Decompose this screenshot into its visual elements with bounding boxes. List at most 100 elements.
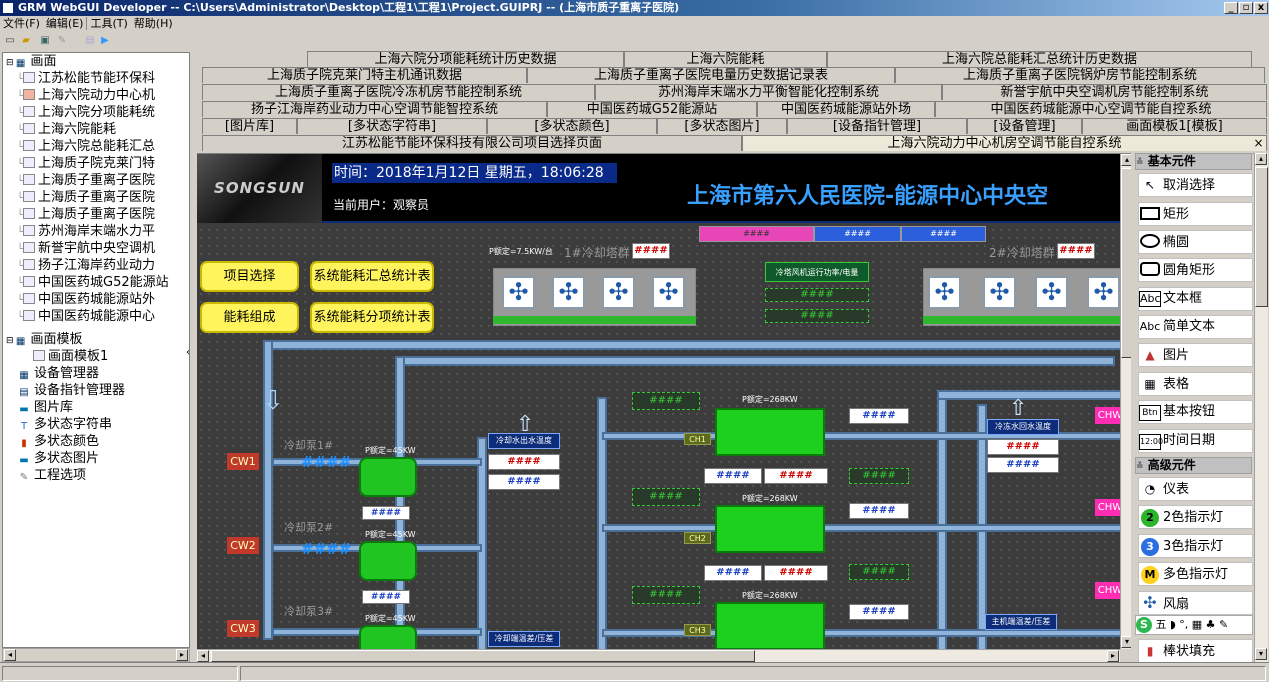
cw3-badge[interactable]: CW3 bbox=[227, 620, 259, 637]
chiller2-value-b[interactable]: #### bbox=[764, 565, 828, 581]
preview-icon[interactable]: ▤ bbox=[83, 34, 97, 47]
status-bar-1[interactable]: #### bbox=[699, 226, 814, 242]
tab-row6-0[interactable]: 江苏松能节能环保科技有限公司项目选择页面 bbox=[202, 135, 742, 151]
pump3-icon[interactable] bbox=[359, 625, 417, 649]
tab-row3-1[interactable]: 苏州海岸末端水力平衡智能化控制系统 bbox=[595, 84, 942, 100]
splitter-arrow-icon[interactable]: ‹ bbox=[186, 347, 189, 358]
tree-item-page[interactable]: └ 上海质子院克莱门特 bbox=[17, 155, 155, 172]
menu-edit[interactable]: 编辑(E) bbox=[43, 17, 87, 30]
tree-node-screens[interactable]: ⊟ ▦ 画面 bbox=[6, 53, 57, 70]
palette-table[interactable]: ▦ 表格 bbox=[1138, 372, 1253, 396]
project-select-button[interactable]: 项目选择 bbox=[200, 261, 299, 292]
tab-row4-3[interactable]: 中国医药城能源中心空调节能自控系统 bbox=[935, 101, 1267, 117]
canvas-hscroll-thumb[interactable] bbox=[211, 650, 755, 662]
chiller3-icon[interactable] bbox=[715, 602, 825, 649]
tree-item-device-manager[interactable]: ▦ 设备管理器 bbox=[17, 365, 99, 382]
tree-item-page[interactable]: └ 苏州海岸末端水力平 bbox=[17, 223, 155, 240]
fan-icon[interactable]: ✣ bbox=[502, 276, 535, 309]
new-file-icon[interactable]: ▭ bbox=[3, 34, 17, 47]
tab-row1-0[interactable]: 上海六院分项能耗统计历史数据 bbox=[307, 51, 624, 67]
palette-simple-text[interactable]: Abc 简单文本 bbox=[1138, 315, 1253, 339]
fan-power-value[interactable]: #### bbox=[765, 288, 869, 302]
cool-out-temp-value2[interactable]: #### bbox=[488, 474, 560, 490]
restore-button[interactable]: ▫ bbox=[1239, 2, 1253, 14]
chiller1-value-a[interactable]: #### bbox=[704, 468, 762, 484]
pump2-value[interactable]: #### bbox=[301, 540, 351, 558]
scroll-left-icon[interactable]: ◂ bbox=[197, 650, 209, 662]
tree-item-template[interactable]: 画面模板1 bbox=[33, 348, 108, 365]
tree-hscrollbar[interactable]: ◂ ▸ bbox=[2, 648, 190, 662]
cw2-badge[interactable]: CW2 bbox=[227, 537, 259, 554]
chiller2-icon[interactable] bbox=[715, 505, 825, 553]
palette-ellipse[interactable]: 椭圆 bbox=[1138, 230, 1253, 254]
status-bar-2[interactable]: #### bbox=[814, 226, 901, 242]
chiller1-flow[interactable]: #### bbox=[632, 392, 700, 410]
tree-item-page[interactable]: └ 上海六院总能耗汇总 bbox=[17, 138, 155, 155]
tab-row2-1[interactable]: 上海质子重离子医院电量历史数据记录表 bbox=[527, 67, 895, 83]
chiller2-flow[interactable]: #### bbox=[632, 488, 700, 506]
tree-item-page[interactable]: └ 上海六院能耗 bbox=[17, 121, 116, 138]
status-bar-3[interactable]: #### bbox=[901, 226, 986, 242]
tab-row4-0[interactable]: 扬子江海岸药业动力中心空调节能智控系统 bbox=[202, 101, 547, 117]
tree-item-page[interactable]: └ 新誉宇航中央空调机 bbox=[17, 240, 155, 257]
palette-lamp-2[interactable]: 2 2色指示灯 bbox=[1138, 505, 1253, 529]
ch1-badge[interactable]: CH1 bbox=[684, 433, 711, 445]
tab-row1-1[interactable]: 上海六院能耗 bbox=[624, 51, 827, 67]
tree-item-page[interactable]: └ 江苏松能节能环保科 bbox=[17, 70, 155, 87]
chiller1-icon[interactable] bbox=[715, 408, 825, 456]
wrench-icon[interactable]: ✎ bbox=[55, 34, 69, 47]
tree-item-page[interactable]: └ 上海质子重离子医院 bbox=[17, 172, 155, 189]
palette-group-advanced[interactable]: ≚ 高级元件 bbox=[1135, 457, 1252, 474]
fan-energy-value[interactable]: #### bbox=[765, 309, 869, 323]
tab-row4-2[interactable]: 中国医药城能源站外场 bbox=[757, 101, 935, 117]
chiller2-value-d[interactable]: #### bbox=[849, 564, 909, 580]
tab-row6-1[interactable]: 上海六院动力中心机房空调节能自控系统 bbox=[742, 135, 1267, 151]
palette-image[interactable]: ▲ 图片 bbox=[1138, 343, 1253, 367]
pump1-reading[interactable]: #### bbox=[362, 506, 410, 520]
palette-vscroll-thumb[interactable] bbox=[1255, 167, 1268, 307]
palette-lamp-multi[interactable]: M 多色指示灯 bbox=[1138, 562, 1253, 586]
time-display[interactable]: 时间：2018年1月12日 星期五，18:06:28 bbox=[332, 163, 617, 183]
menu-tools[interactable]: 工具(T) bbox=[86, 17, 131, 30]
close-tab-icon[interactable]: × bbox=[1252, 137, 1265, 150]
fan-icon[interactable]: ✣ bbox=[1035, 276, 1068, 309]
close-window-button[interactable]: x bbox=[1254, 2, 1268, 14]
ime-toolbar[interactable]: S 五 ◗ °, ▦ ♣ ✎ bbox=[1135, 615, 1253, 635]
chw3-badge[interactable]: CHW bbox=[1095, 582, 1120, 599]
tree-node-templates[interactable]: ⊟ ▦ 画面模板 bbox=[6, 331, 83, 348]
chw2-badge[interactable]: CHW bbox=[1095, 499, 1120, 516]
palette-textbox[interactable]: Abc 文本框 bbox=[1138, 287, 1253, 311]
tree-item-multistate-image[interactable]: ▬ 多状态图片 bbox=[17, 450, 99, 467]
tree-item-pointer-manager[interactable]: ▤ 设备指针管理器 bbox=[17, 382, 125, 399]
ch2-badge[interactable]: CH2 bbox=[684, 532, 711, 544]
fan-icon[interactable]: ✣ bbox=[983, 276, 1016, 309]
fan-icon[interactable]: ✣ bbox=[652, 276, 685, 309]
tree-item-image-library[interactable]: ▬ 图片库 bbox=[17, 399, 73, 416]
chiller2-value-c[interactable]: #### bbox=[849, 503, 909, 519]
tree-item-page[interactable]: └ 上海六院分项能耗统 bbox=[17, 104, 155, 121]
scroll-up-icon[interactable]: ▴ bbox=[1255, 153, 1267, 165]
palette-bar-fill[interactable]: ▮ 棒状填充 bbox=[1138, 639, 1253, 662]
tree-item-page[interactable]: └ 中国医药城能源站外 bbox=[17, 291, 155, 308]
palette-datetime[interactable]: 12:00时间日期 bbox=[1138, 429, 1253, 453]
tree-item-page[interactable]: └ 中国医药城能源中心 bbox=[17, 308, 155, 325]
chiller3-flow[interactable]: #### bbox=[632, 586, 700, 604]
chw1-badge[interactable]: CHW bbox=[1095, 407, 1120, 424]
fan-icon[interactable]: ✣ bbox=[928, 276, 961, 309]
tab-row5-0[interactable]: [图片库] bbox=[202, 118, 297, 134]
energy-composition-button[interactable]: 能耗组成 bbox=[200, 302, 299, 333]
tower2-value[interactable]: #### bbox=[1057, 243, 1095, 259]
energy-breakdown-button[interactable]: 系统能耗分项统计表 bbox=[310, 302, 434, 333]
tree-item-page[interactable]: └ 中国医药城G52能源站 bbox=[17, 274, 169, 291]
energy-summary-button[interactable]: 系统能耗汇总统计表 bbox=[310, 261, 434, 292]
tree-item-page[interactable]: └ 上海质子重离子医院 bbox=[17, 206, 155, 223]
minimize-button[interactable]: _ bbox=[1224, 2, 1238, 14]
chw-return-value[interactable]: #### bbox=[987, 439, 1059, 455]
tab-row5-4[interactable]: [设备指针管理] bbox=[787, 118, 967, 134]
palette-deselect[interactable]: ↖ 取消选择 bbox=[1138, 173, 1253, 197]
tab-row5-5[interactable]: [设备管理] bbox=[967, 118, 1082, 134]
tree-item-page[interactable]: └ 上海质子重离子医院 bbox=[17, 189, 155, 206]
tab-row1-2[interactable]: 上海六院总能耗汇总统计历史数据 bbox=[827, 51, 1252, 67]
canvas-hscrollbar[interactable]: ◂ ▸ bbox=[197, 649, 1120, 662]
fan-icon[interactable]: ✣ bbox=[1087, 276, 1120, 309]
